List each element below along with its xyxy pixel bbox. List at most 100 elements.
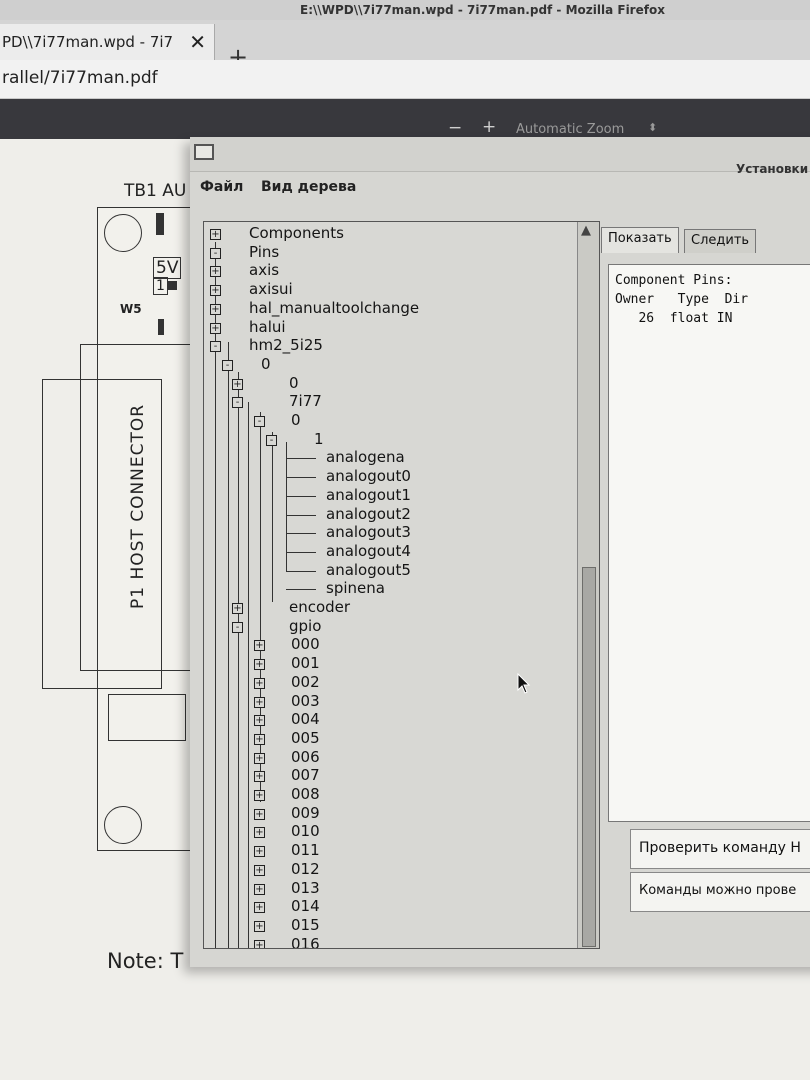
command-input[interactable]: Проверить команду H bbox=[630, 829, 810, 869]
tree-item[interactable]: +011 bbox=[204, 841, 574, 861]
menu-file[interactable]: Файл bbox=[200, 179, 243, 195]
tree-scrollbar[interactable]: ▲ bbox=[577, 222, 599, 948]
expand-icon[interactable]: + bbox=[254, 827, 265, 839]
tree-item[interactable]: - hm2_5i25 bbox=[204, 336, 574, 356]
tree-item[interactable]: analogout2 bbox=[204, 505, 574, 525]
tab-7i77man[interactable]: PD\\7i77man.wpd - 7i7 ✕ bbox=[0, 24, 215, 60]
tree-item[interactable]: +010 bbox=[204, 822, 574, 842]
tree-item[interactable]: analogout5 bbox=[204, 561, 574, 581]
tree-item[interactable]: + halui bbox=[204, 318, 574, 338]
url-text[interactable]: rallel/7i77man.pdf bbox=[2, 68, 158, 88]
collapse-icon[interactable]: - bbox=[232, 397, 243, 409]
expand-icon[interactable]: + bbox=[254, 677, 265, 689]
zoom-select[interactable]: Automatic Zoom bbox=[516, 122, 624, 137]
collapse-icon[interactable]: - bbox=[254, 416, 265, 427]
tree-item[interactable]: -0 bbox=[204, 411, 574, 431]
expand-icon[interactable]: + bbox=[254, 864, 265, 876]
expand-icon[interactable]: + bbox=[232, 378, 243, 390]
tree-item[interactable]: +013 bbox=[204, 879, 574, 899]
close-icon[interactable]: ✕ bbox=[189, 30, 206, 54]
tab-watch[interactable]: Следить bbox=[684, 229, 757, 253]
zoom-out-button[interactable]: − bbox=[448, 118, 462, 138]
tree-item[interactable]: -1 bbox=[204, 429, 574, 450]
expand-icon[interactable]: + bbox=[254, 733, 265, 745]
tree-item[interactable]: +006 bbox=[204, 748, 574, 768]
menu-tree-view[interactable]: Вид дерева bbox=[261, 179, 356, 195]
tree-item-label: 000 bbox=[291, 635, 320, 654]
tree-item-label: 1 bbox=[314, 429, 324, 448]
scroll-thumb[interactable] bbox=[582, 567, 596, 947]
tree-item[interactable]: - 7i77 bbox=[204, 392, 574, 412]
tree-item[interactable]: +009 bbox=[204, 804, 574, 824]
pin-tree[interactable]: + Components - Pins + axis + axisui + hal_manualt… bbox=[203, 221, 600, 949]
window-menu-icon[interactable] bbox=[194, 144, 214, 160]
expand-icon[interactable]: + bbox=[254, 715, 265, 727]
tree-item[interactable]: + hal_manualtoolchange bbox=[204, 299, 574, 319]
tree-item-label: 007 bbox=[291, 766, 320, 785]
expand-icon[interactable]: + bbox=[210, 303, 221, 315]
tree-item-label: analogout3 bbox=[326, 523, 411, 542]
expand-icon[interactable]: + bbox=[254, 640, 265, 652]
tree-item[interactable]: +012 bbox=[204, 859, 574, 880]
tree-item[interactable]: analogout0 bbox=[204, 467, 574, 487]
expand-icon[interactable]: + bbox=[254, 939, 265, 948]
tree-item[interactable]: +003 bbox=[204, 692, 574, 712]
tree-item-label: 012 bbox=[291, 859, 320, 878]
expand-icon[interactable]: + bbox=[232, 603, 243, 614]
tab-show[interactable]: Показать bbox=[601, 227, 679, 253]
tree-item[interactable]: +0 bbox=[204, 374, 574, 394]
collapse-icon[interactable]: - bbox=[222, 359, 233, 371]
tree-item[interactable]: + Components bbox=[204, 224, 574, 244]
tree-item[interactable]: - Pins bbox=[204, 243, 574, 263]
expand-icon[interactable]: + bbox=[254, 808, 265, 820]
jumper-icon bbox=[158, 319, 164, 335]
command-help: Команды можно прове bbox=[630, 872, 810, 912]
collapse-icon[interactable]: - bbox=[210, 247, 221, 259]
chevron-down-icon[interactable]: ⬍ bbox=[648, 121, 657, 134]
collapse-icon[interactable]: - bbox=[266, 434, 277, 446]
url-bar[interactable]: rallel/7i77man.pdf bbox=[0, 60, 810, 99]
tree-item[interactable]: -0 bbox=[204, 354, 574, 375]
expand-icon[interactable]: + bbox=[254, 920, 265, 932]
tree-item[interactable]: +014 bbox=[204, 897, 574, 917]
tree-item-label: 014 bbox=[291, 897, 320, 916]
command-input-text[interactable]: Проверить команду H bbox=[639, 840, 801, 856]
scroll-up-icon[interactable]: ▲ bbox=[581, 223, 591, 238]
expand-icon[interactable]: + bbox=[254, 790, 265, 801]
expand-icon[interactable]: + bbox=[210, 266, 221, 278]
expand-icon[interactable]: + bbox=[254, 771, 265, 783]
tree-item[interactable]: + encoder bbox=[204, 598, 574, 618]
tree-item[interactable]: +015 bbox=[204, 916, 574, 936]
expand-icon[interactable]: + bbox=[254, 846, 265, 858]
tree-item[interactable]: +004 bbox=[204, 710, 574, 730]
expand-icon[interactable]: + bbox=[254, 659, 265, 671]
tree-item[interactable]: - gpio bbox=[204, 617, 574, 637]
zoom-in-button[interactable]: + bbox=[482, 117, 496, 137]
tree-item-label: 0 bbox=[261, 354, 271, 373]
tree-item[interactable]: +016 bbox=[204, 935, 574, 948]
tree-item[interactable]: analogout3 bbox=[204, 523, 574, 543]
mounting-hole-icon bbox=[104, 806, 142, 844]
tree-item[interactable]: +007 bbox=[204, 766, 574, 786]
tree-item[interactable]: spinena bbox=[204, 579, 574, 599]
tree-item[interactable]: analogout1 bbox=[204, 486, 574, 506]
tree-item[interactable]: +001 bbox=[204, 654, 574, 674]
tree-item[interactable]: + axisui bbox=[204, 280, 574, 300]
expand-icon[interactable]: + bbox=[210, 322, 221, 334]
label-5v: 5V bbox=[153, 257, 182, 279]
collapse-icon[interactable]: - bbox=[232, 621, 243, 633]
expand-icon[interactable]: + bbox=[210, 285, 221, 297]
expand-icon[interactable]: + bbox=[210, 229, 221, 240]
pdf-toolbar: − + Automatic Zoom ⬍ bbox=[0, 99, 810, 139]
expand-icon[interactable]: + bbox=[254, 902, 265, 914]
tree-item[interactable]: +008 bbox=[204, 785, 574, 805]
tree-item[interactable]: analogout4 bbox=[204, 542, 574, 562]
expand-icon[interactable]: + bbox=[254, 696, 265, 708]
expand-icon[interactable]: + bbox=[254, 883, 265, 895]
expand-icon[interactable]: + bbox=[254, 752, 265, 764]
tree-item[interactable]: +005 bbox=[204, 729, 574, 749]
tree-item[interactable]: +000 bbox=[204, 635, 574, 655]
collapse-icon[interactable]: - bbox=[210, 341, 221, 353]
tree-item[interactable]: analogena bbox=[204, 448, 574, 468]
tree-item[interactable]: + axis bbox=[204, 261, 574, 281]
